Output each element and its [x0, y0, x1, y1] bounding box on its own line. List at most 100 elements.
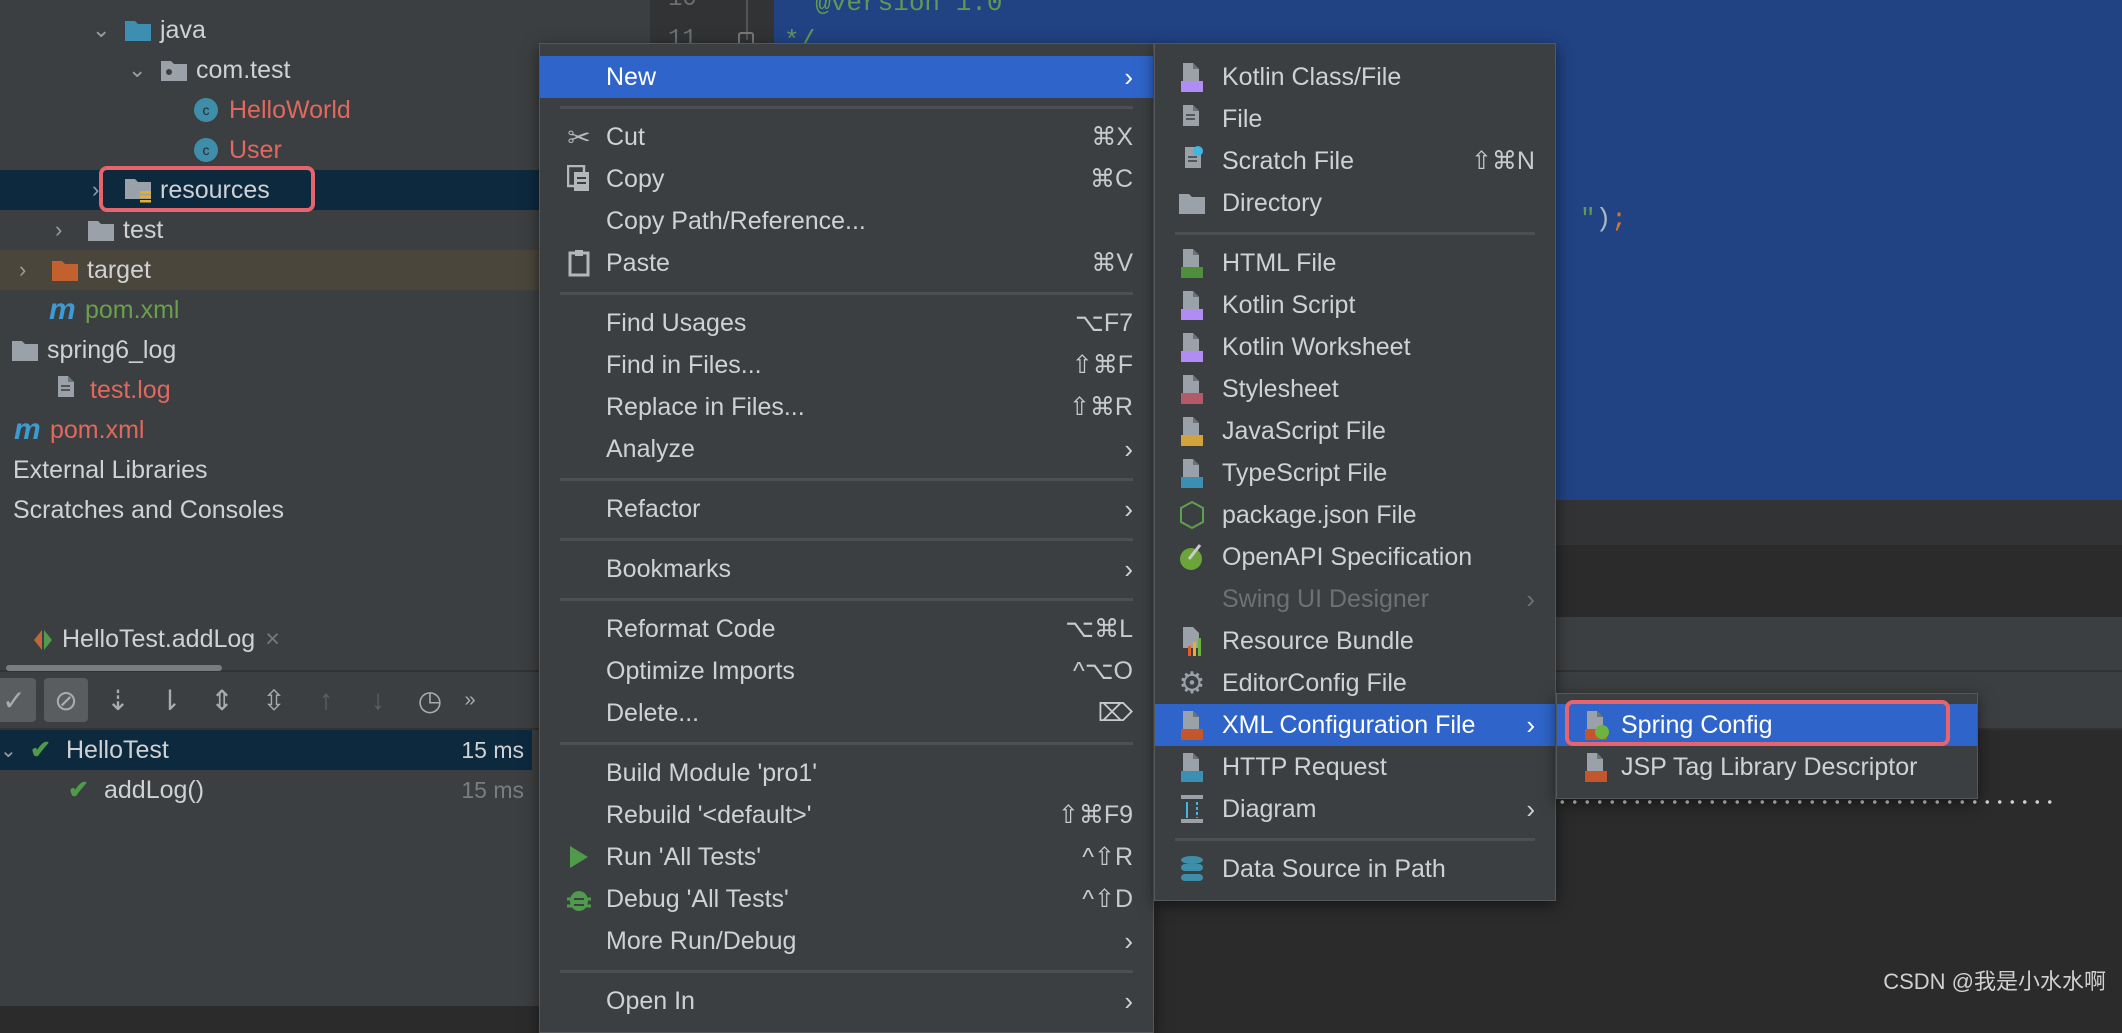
tab-hellotest-addlog[interactable]: HelloTest.addLog ×	[34, 625, 280, 654]
arrow-up-icon[interactable]: ↑	[304, 678, 348, 722]
menu-item-label: More Run/Debug	[606, 926, 797, 955]
menu-item-debug-all-tests[interactable]: Debug 'All Tests' ^⇧D	[540, 878, 1153, 920]
expand-all-icon[interactable]: ⇕	[200, 678, 244, 722]
menu-item-label: Data Source in Path	[1222, 854, 1446, 883]
test-row-addlog[interactable]: ✔ addLog() 15 ms	[0, 770, 532, 810]
kotlin-file-icon	[1177, 62, 1207, 92]
menu-item-replace-in-files[interactable]: Replace in Files... ⇧⌘R	[540, 386, 1153, 428]
menu-item-cut[interactable]: ✂ Cut ⌘X	[540, 116, 1153, 158]
menu-item-optimize-imports[interactable]: Optimize Imports ^⌥O	[540, 650, 1153, 692]
divider	[560, 291, 1133, 295]
menu-item-copy[interactable]: Copy ⌘C	[540, 158, 1153, 200]
code-fragment: ");	[1580, 204, 1627, 234]
menu-item-kotlin-script[interactable]: Kotlin Script	[1155, 284, 1555, 326]
context-menu: New › ✂ Cut ⌘X Copy ⌘C Copy Path/Reference... Pa…	[539, 43, 1154, 1033]
menu-item-directory[interactable]: Directory	[1155, 182, 1555, 224]
menu-item-new[interactable]: New ›	[540, 56, 1153, 98]
menu-item-swing-ui-designer[interactable]: Swing UI Designer ›	[1155, 578, 1555, 620]
menu-item-reformat-code[interactable]: Reformat Code ⌥⌘L	[540, 608, 1153, 650]
chevron-right-icon[interactable]: ›	[55, 217, 87, 243]
menu-item-kotlin-class-file[interactable]: Kotlin Class/File	[1155, 56, 1555, 98]
menu-item-bookmarks[interactable]: Bookmarks ›	[540, 548, 1153, 590]
menu-item-label: Optimize Imports	[606, 656, 795, 685]
menu-item-label: Scratch File	[1222, 146, 1354, 175]
test-time: 15 ms	[461, 776, 524, 803]
menu-item-stylesheet[interactable]: Stylesheet	[1155, 368, 1555, 410]
menu-item-refactor[interactable]: Refactor ›	[540, 488, 1153, 530]
tree-item-label: test	[123, 215, 164, 244]
collapse-all-icon[interactable]: ⇳	[252, 678, 296, 722]
menu-item-label: EditorConfig File	[1222, 668, 1407, 697]
menu-item-build-module-pro1[interactable]: Build Module 'pro1'	[540, 752, 1153, 794]
folder-icon	[87, 216, 123, 244]
show-ignored-icon[interactable]: ⊘	[44, 678, 88, 722]
menu-item-kotlin-worksheet[interactable]: Kotlin Worksheet	[1155, 326, 1555, 368]
kotlin-worksheet-icon	[1177, 332, 1207, 362]
check-icon: ✔	[68, 776, 89, 804]
chevron-right-icon[interactable]: ›	[19, 257, 51, 283]
menu-item-label: Diagram	[1222, 794, 1317, 823]
maven-icon: m	[14, 413, 41, 446]
menu-item-html-file[interactable]: HTML File	[1155, 242, 1555, 284]
shortcut: ⌦	[1097, 699, 1133, 727]
show-passed-icon[interactable]: ✓	[0, 678, 36, 722]
xml-file-icon	[1581, 752, 1611, 782]
divider	[560, 537, 1133, 541]
menu-item-typescript-file[interactable]: TypeScript File	[1155, 452, 1555, 494]
menu-item-data-source-in-path[interactable]: Data Source in Path	[1155, 848, 1555, 890]
menu-item-run-all-tests[interactable]: Run 'All Tests' ^⇧R	[540, 836, 1153, 878]
shortcut: ⌥⌘L	[1065, 615, 1133, 643]
menu-item-xml-configuration-file[interactable]: XML Configuration File ›	[1155, 704, 1555, 746]
menu-item-open-in[interactable]: Open In ›	[540, 980, 1153, 1022]
annotation-outline-resources	[99, 166, 315, 212]
menu-item-find-in-files[interactable]: Find in Files... ⇧⌘F	[540, 344, 1153, 386]
shortcut: ^⇧R	[1082, 843, 1133, 871]
menu-item-more-run-debug[interactable]: More Run/Debug ›	[540, 920, 1153, 962]
menu-item-label: XML Configuration File	[1222, 710, 1476, 739]
divider	[560, 105, 1133, 109]
menu-item-package-json-file[interactable]: package.json File	[1155, 494, 1555, 536]
menu-item-jsp-tag-library-descriptor[interactable]: JSP Tag Library Descriptor	[1557, 746, 1977, 788]
menu-item-rebuild-default[interactable]: Rebuild '<default>' ⇧⌘F9	[540, 794, 1153, 836]
chevron-down-icon[interactable]: ⌄	[128, 57, 160, 83]
menu-item-label: Bookmarks	[606, 554, 732, 583]
arrow-down-icon[interactable]: ↓	[356, 678, 400, 722]
menu-item-label: OpenAPI Specification	[1222, 542, 1473, 571]
shortcut: ⌘C	[1089, 165, 1133, 193]
sort-alpha-icon[interactable]: ⇣	[96, 678, 140, 722]
menu-item-label: Refactor	[606, 494, 701, 523]
history-icon[interactable]: ◷	[408, 678, 452, 722]
menu-separator	[540, 530, 1153, 548]
close-icon[interactable]: ×	[265, 625, 280, 654]
menu-item-analyze[interactable]: Analyze ›	[540, 428, 1153, 470]
menu-separator	[1155, 830, 1555, 848]
more-icon[interactable]: »	[460, 678, 480, 722]
menu-item-find-usages[interactable]: Find Usages ⌥F7	[540, 302, 1153, 344]
menu-item-resource-bundle[interactable]: Resource Bundle	[1155, 620, 1555, 662]
menu-item-editorconfig-file[interactable]: ⚙ EditorConfig File	[1155, 662, 1555, 704]
menu-item-paste[interactable]: Paste ⌘V	[540, 242, 1153, 284]
test-row-hellotest[interactable]: ⌄ ✔ HelloTest 15 ms	[0, 730, 532, 770]
menu-item-openapi-specification[interactable]: OpenAPI Specification	[1155, 536, 1555, 578]
kotlin-script-icon	[1177, 290, 1207, 320]
code-line: * @version 1.0	[784, 0, 1003, 18]
chevron-right-icon: ›	[1124, 61, 1133, 92]
menu-item-delete[interactable]: Delete... ⌦	[540, 692, 1153, 734]
sort-duration-icon[interactable]: ⇂	[148, 678, 192, 722]
maven-icon: m	[49, 293, 76, 326]
tree-item-label: External Libraries	[13, 455, 208, 484]
shortcut: ^⌥O	[1073, 657, 1133, 685]
tree-item-label: com.test	[196, 55, 291, 84]
menu-item-diagram[interactable]: Diagram ›	[1155, 788, 1555, 830]
chevron-down-icon[interactable]: ⌄	[92, 17, 124, 43]
menu-item-label: JavaScript File	[1222, 416, 1386, 445]
menu-item-scratch-file[interactable]: Scratch File ⇧⌘N	[1155, 140, 1555, 182]
menu-item-copy-path-reference[interactable]: Copy Path/Reference...	[540, 200, 1153, 242]
tree-item-label: target	[87, 255, 151, 284]
ts-file-icon	[1177, 458, 1207, 488]
tab-underline	[6, 665, 222, 671]
menu-item-http-request[interactable]: HTTP Request	[1155, 746, 1555, 788]
menu-item-javascript-file[interactable]: JavaScript File	[1155, 410, 1555, 452]
menu-item-file[interactable]: File	[1155, 98, 1555, 140]
class-icon: c	[193, 136, 229, 164]
